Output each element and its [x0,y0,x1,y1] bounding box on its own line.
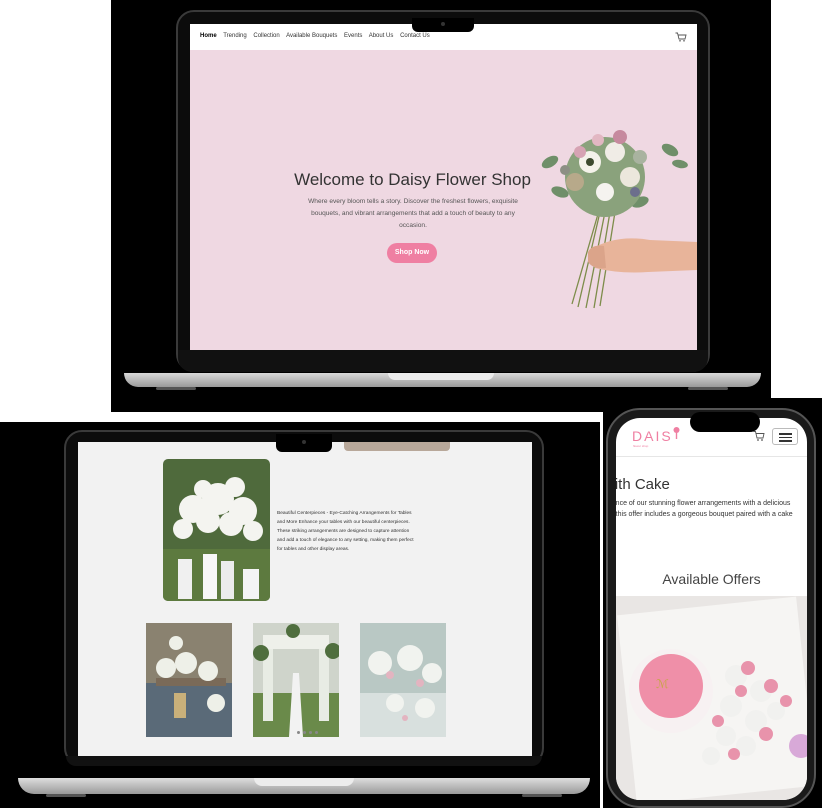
nav-link-events[interactable]: Events [344,33,362,39]
partial-image [344,442,450,451]
site-logo[interactable]: DAIS [632,428,673,444]
logo-flower-icon [673,427,680,439]
cart-icon[interactable] [753,430,765,442]
phone-screen: DAIS flower shop with Cake egance of our… [616,418,807,800]
nav-link-about-us[interactable]: About Us [369,33,394,39]
wedding-arch-image[interactable] [253,623,339,737]
offer-description-line: on, this offer includes a gorgeous bouqu… [616,511,793,518]
nav-link-collection[interactable]: Collection [253,33,279,39]
carousel-dot[interactable] [315,731,318,734]
table-arrangement-image[interactable] [146,623,232,737]
offer-title: with Cake [616,476,670,493]
nav-link-trending[interactable]: Trending [223,33,246,39]
laptop-top-foot [156,387,196,390]
cart-icon[interactable] [675,32,687,42]
laptop-top-screen: Home Trending Collection Available Bouqu… [190,24,697,350]
hero-title: Welcome to Daisy Flower Shop [294,170,531,189]
offer-description-line: egance of our stunning flower arrangemen… [616,500,791,507]
carousel-dot[interactable] [309,731,312,734]
bouquet-in-hand-image [541,130,697,309]
event-decor-image[interactable] [360,623,446,737]
hamburger-menu-icon[interactable] [772,428,798,445]
phone-dynamic-island [690,412,760,432]
laptop-bottom-groove [254,778,354,786]
camera-icon [441,22,445,26]
laptop-bottom-bezel [66,756,542,766]
laptop-bottom-screen: Beautiful Centerpieces - Eye-Catching Ar… [78,442,532,756]
carousel-dot[interactable] [303,731,306,734]
offer-description: egance of our stunning flower arrangemen… [616,498,807,520]
nav-links: Home Trending Collection Available Bouqu… [200,33,435,39]
laptop-top-foot [688,387,728,390]
centerpieces-description: Beautiful Centerpieces - Eye-Catching Ar… [277,511,414,553]
laptop-top-bezel [178,350,708,372]
header-divider [616,456,807,457]
laptop-bottom-foot [46,794,86,797]
laptop-top-groove [388,373,494,380]
svg-text:ℳ: ℳ [656,677,669,691]
white-centerpiece-image [163,459,270,601]
shop-now-button[interactable]: Shop Now [387,243,437,263]
flower-cake-box-image[interactable]: ℳ [616,596,807,800]
laptop-bottom-foot [522,794,562,797]
logo-tagline: flower shop [633,444,649,448]
hero-subtitle: Where every bloom tells a story. Discove… [308,198,518,229]
nav-link-home[interactable]: Home [200,33,217,39]
camera-icon [302,440,306,444]
nav-link-available-bouquets[interactable]: Available Bouquets [286,33,337,39]
nav-link-contact-us[interactable]: Contact Us [400,33,430,39]
available-offers-heading: Available Offers [662,571,761,587]
carousel-dot[interactable] [297,731,300,734]
